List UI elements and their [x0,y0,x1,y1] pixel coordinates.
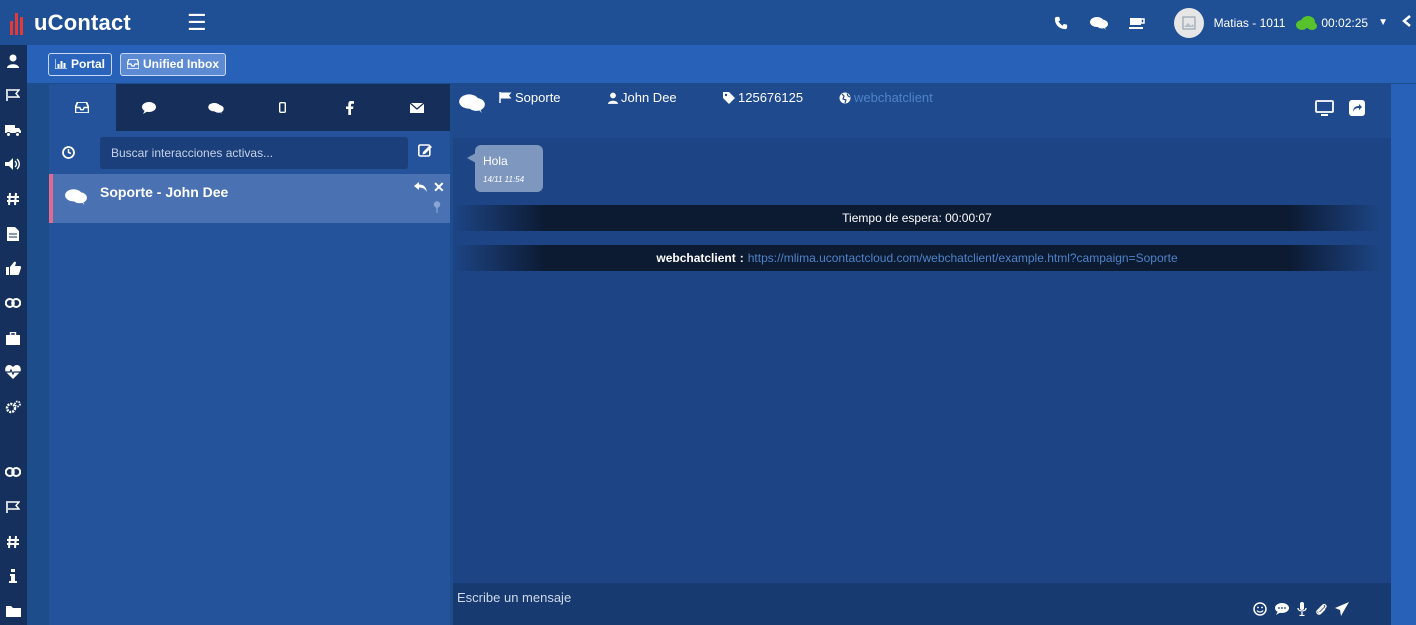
contact-name: John Dee [621,90,677,105]
inbox-icon [127,59,140,69]
portal-label: Portal [71,57,106,71]
unified-inbox-button[interactable]: Unified Inbox [120,52,227,76]
coffee-icon[interactable] [1126,12,1148,34]
emoji-icon[interactable] [1253,602,1267,621]
microphone-icon[interactable] [1297,602,1307,621]
user-icon [608,92,618,104]
session-timer: 00:02:25 [1321,15,1369,30]
history-icon[interactable] [62,146,82,159]
composer-actions [1253,602,1349,621]
source-label: webchatclient [656,251,736,265]
globe-icon [839,92,851,103]
hashtag-icon[interactable] [3,190,23,208]
cogs-icon[interactable] [3,398,23,416]
inbox-icon [75,102,90,113]
tab-mobile[interactable] [249,84,316,131]
file-icon[interactable] [3,225,23,243]
chat-icon[interactable] [1088,12,1110,34]
message-composer[interactable]: Escribe un mensaje [453,583,1391,625]
wait-time-text: Tiempo de espera: 00:00:07 [842,211,992,225]
phone-icon[interactable] [1050,12,1072,34]
module-bar: Portal Unified Inbox [27,45,1416,83]
reply-icon[interactable] [414,179,428,197]
chat-header: Soporte John Dee 125676125 webchatclient [453,84,1391,138]
pin-icon[interactable] [433,200,441,218]
portal-button[interactable]: Portal [48,52,113,76]
chats-icon [459,93,485,116]
facebook-icon [345,100,354,115]
channel-tabs [49,84,450,131]
envelope-icon [409,102,424,113]
tab-facebook[interactable] [316,84,383,131]
wait-time-banner: Tiempo de espera: 00:00:07 [453,205,1381,231]
unified-inbox-label: Unified Inbox [143,57,220,71]
conversation-item[interactable]: Soporte - John Dee ✕ [49,174,450,223]
chats-icon [65,188,87,210]
tag-icon [723,91,735,104]
conversation-title: Soporte - John Dee [100,184,229,200]
user-icon[interactable] [3,52,23,70]
tag-info: 125676125 [723,90,803,105]
source-url[interactable]: https://mlima.ucontactcloud.com/webchatc… [748,251,1178,265]
message-text: Hola [483,154,508,168]
tab-chat[interactable] [116,84,183,131]
contact-info: John Dee [608,90,677,105]
caret-down-icon[interactable]: ▼ [1378,17,1388,28]
briefcase-icon[interactable] [3,329,23,347]
left-sidebar [0,45,27,625]
volume-icon[interactable] [3,155,23,173]
tab-email[interactable] [383,84,450,131]
new-interaction-icon[interactable] [418,143,433,162]
hashtag-icon[interactable] [3,533,23,551]
send-icon[interactable] [1335,602,1349,621]
heartbeat-icon[interactable] [3,363,23,381]
tab-inbox[interactable] [49,84,116,131]
attachment-icon[interactable] [1315,602,1327,621]
flag-icon[interactable] [3,498,23,516]
search-row: Buscar interacciones activas... [49,131,450,174]
chat-icon [142,101,157,114]
mobile-icon [279,102,287,113]
channel-link[interactable]: webchatclient [854,90,933,105]
bar-chart-icon [55,59,67,69]
avatar[interactable] [1173,7,1204,38]
back-arrow-icon[interactable] [1402,14,1412,32]
channel-info: webchatclient [839,90,933,105]
right-edge-strip [1391,84,1416,625]
monitor-icon[interactable] [1315,100,1334,119]
tab-chats[interactable] [183,84,250,131]
link-icon[interactable] [3,463,23,481]
flag-icon[interactable] [3,86,23,104]
app-logo-text: uContact [34,9,131,35]
quick-reply-icon[interactable] [1275,602,1289,621]
top-bar: uContact ☰ Matias - 1011 00:02:25 ▼ [0,0,1416,45]
folder-icon[interactable] [3,602,23,620]
truck-icon[interactable] [3,121,23,139]
logo-icon [10,11,28,35]
campaign-info: Soporte [499,90,561,105]
inbox-panel: Buscar interacciones activas... Soporte … [49,84,450,625]
cloud-icon [1295,15,1318,30]
menu-icon[interactable]: ☰ [187,11,207,34]
chats-icon [208,102,224,114]
source-separator: : [739,251,744,265]
search-input[interactable]: Buscar interacciones activas... [100,136,408,169]
message-time: 14/11 11:54 [483,175,525,184]
source-banner: webchatclient : https://mlima.ucontactcl… [453,245,1381,271]
chat-panel: Soporte John Dee 125676125 webchatclient… [453,84,1391,625]
flag-icon [499,92,512,103]
message-input[interactable]: Escribe un mensaje [457,590,571,605]
info-icon[interactable] [3,567,23,585]
share-icon[interactable] [1349,100,1365,119]
link-icon[interactable] [3,294,23,312]
tag-value: 125676125 [738,90,804,105]
user-label[interactable]: Matias - 1011 [1214,16,1286,30]
campaign-label: Soporte [515,90,561,105]
thumbs-up-icon[interactable] [3,259,23,277]
close-icon[interactable]: ✕ [433,179,445,196]
message-bubble: Hola 14/11 11:54 [467,145,543,192]
